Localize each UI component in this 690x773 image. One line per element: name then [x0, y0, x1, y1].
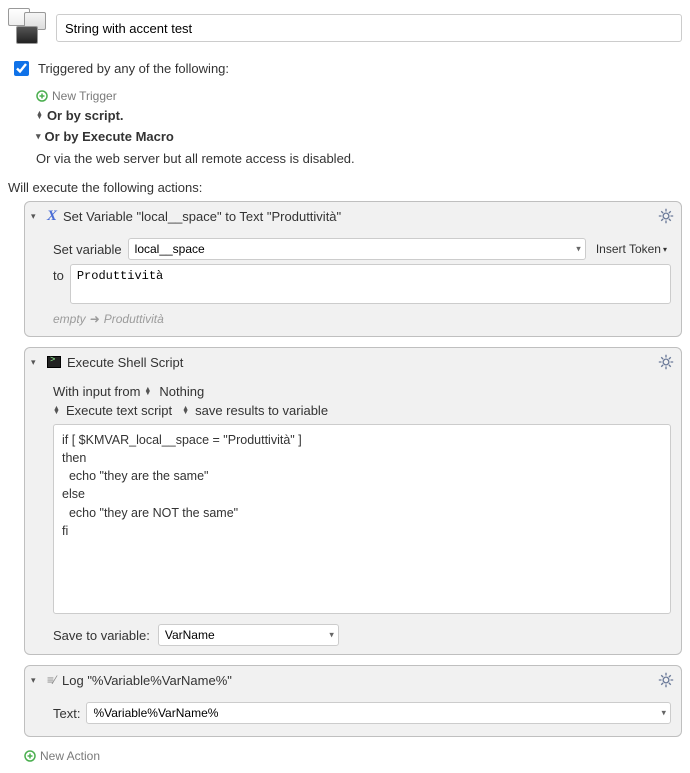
collapse-toggle[interactable]: ▾ [31, 675, 41, 686]
log-icon: ≡⁄ [47, 673, 56, 687]
action-title: Set Variable "local__space" to Text "Pro… [63, 209, 651, 224]
collapse-toggle[interactable]: ▾ [31, 211, 41, 222]
to-value-input[interactable]: Produttività [70, 264, 671, 304]
new-action-button[interactable]: New Action [24, 747, 682, 765]
execute-text-script-option[interactable]: ▲▼ Execute text script [53, 403, 172, 418]
or-by-execute-macro[interactable]: ▾ Or by Execute Macro [36, 126, 682, 147]
gear-icon[interactable] [657, 353, 675, 371]
new-trigger-button[interactable]: New Trigger [36, 87, 682, 105]
or-by-script[interactable]: ▲▼ Or by script. [36, 105, 682, 126]
macro-title-input[interactable] [56, 14, 682, 42]
plus-circle-icon [24, 750, 36, 762]
set-variable-label: Set variable [53, 242, 122, 257]
gear-icon[interactable] [657, 207, 675, 225]
collapse-toggle[interactable]: ▾ [31, 357, 41, 368]
input-from-label: With input from [53, 384, 140, 399]
action-title: Log "%Variable%VarName%" [62, 673, 651, 688]
action-execute-shell-script: ▾ Execute Shell Script With input from ▲… [24, 347, 682, 655]
gear-icon[interactable] [657, 671, 675, 689]
terminal-icon [47, 356, 61, 368]
variable-name-input[interactable] [128, 238, 586, 260]
summary-line: empty ➜ Produttività [53, 308, 671, 328]
chevron-down-icon: ▾ [36, 131, 41, 142]
save-results-option[interactable]: ▲▼ save results to variable [182, 403, 328, 418]
macro-icon [8, 8, 48, 48]
plus-circle-icon [36, 90, 48, 102]
action-set-variable: ▾ X Set Variable "local__space" to Text … [24, 201, 682, 337]
insert-token-button[interactable]: Insert Token ▾ [592, 240, 671, 258]
updown-icon: ▲▼ [53, 407, 60, 415]
updown-icon: ▲▼ [36, 112, 43, 120]
action-log: ▾ ≡⁄ Log "%Variable%VarName%" Text: ▾ [24, 665, 682, 737]
or-via-web: Or via the web server but all remote acc… [36, 147, 682, 170]
save-to-variable-label: Save to variable: [53, 628, 150, 643]
log-text-input[interactable] [86, 702, 671, 724]
chevron-down-icon: ▾ [663, 245, 667, 254]
updown-icon[interactable]: ▲▼ [144, 388, 151, 396]
input-from-value[interactable]: Nothing [159, 384, 204, 399]
triggered-label: Triggered by any of the following: [38, 61, 229, 76]
script-textarea[interactable]: if [ $KMVAR_local__space = "Produttività… [53, 424, 671, 614]
updown-icon: ▲▼ [182, 407, 189, 415]
triggered-checkbox[interactable] [14, 61, 29, 76]
actions-section-label: Will execute the following actions: [8, 180, 682, 195]
action-title: Execute Shell Script [67, 355, 651, 370]
to-label: to [53, 264, 64, 283]
variable-icon: X [47, 208, 57, 225]
log-text-label: Text: [53, 706, 80, 721]
save-variable-input[interactable] [158, 624, 339, 646]
